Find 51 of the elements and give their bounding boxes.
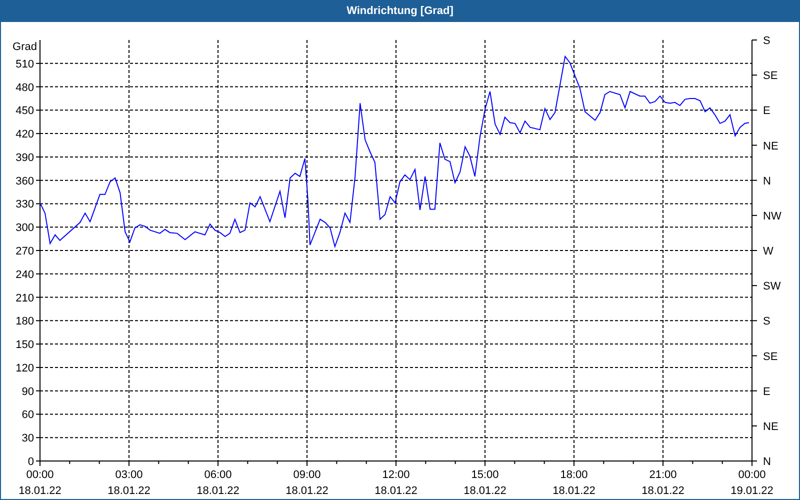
y-axis-label: 360: [16, 175, 34, 188]
date-label: 19.01.22: [730, 485, 774, 497]
date-label: 18.01.22: [108, 485, 150, 497]
date-label: 18.01.22: [196, 485, 240, 497]
x-axis-label: 09:00: [293, 469, 321, 481]
y-axis-label: 90: [22, 386, 34, 398]
y-axis-label: 180: [16, 316, 34, 328]
date-label: 18.01.22: [552, 485, 596, 497]
y-axis-label: 150: [16, 339, 34, 352]
x-axis-label: 00:00: [26, 469, 54, 481]
y-axis-label: 390: [16, 152, 34, 164]
x-axis-label: 12:00: [382, 469, 410, 481]
y-axis-label: 0: [28, 456, 34, 468]
y-axis-label: 300: [16, 222, 34, 234]
x-axis-label: 15:00: [471, 469, 499, 481]
compass-label: SW: [763, 280, 781, 293]
date-label: 18.01.22: [642, 485, 684, 497]
y-axis-label: 120: [16, 362, 34, 374]
y-axis-label: 60: [22, 409, 34, 422]
compass-label: SE: [763, 70, 778, 82]
compass-label: NE: [763, 140, 778, 152]
y-axis-label: 240: [16, 268, 34, 281]
compass-label: W: [763, 246, 774, 258]
compass-label: NW: [763, 210, 782, 222]
x-axis-label: 00:00: [738, 469, 766, 481]
y-axis-label: 480: [16, 82, 34, 94]
x-axis-label: 21:00: [649, 469, 677, 481]
date-label: 18.01.22: [464, 485, 506, 497]
y-axis-label: 330: [16, 198, 34, 211]
y-axis-title: Grad: [12, 41, 37, 53]
compass-label: S: [763, 316, 770, 328]
compass-label: E: [763, 105, 770, 118]
x-axis-label: 03:00: [115, 469, 143, 481]
compass-label: NE: [763, 420, 778, 433]
date-label: 18.01.22: [286, 485, 328, 497]
compass-label: SE: [763, 350, 778, 363]
y-axis-label: 270: [16, 246, 34, 258]
compass-label: N: [763, 456, 771, 468]
compass-label: N: [763, 175, 771, 188]
compass-label: S: [763, 35, 770, 47]
y-axis-label: 420: [16, 128, 34, 141]
date-label: 18.01.22: [18, 485, 62, 497]
window-title: Windrichtung [Grad]: [346, 5, 454, 17]
x-axis-label: 18:00: [560, 469, 588, 481]
y-axis-label: 30: [22, 432, 34, 445]
y-axis-label: 450: [16, 105, 34, 118]
date-label: 18.01.22: [374, 485, 418, 497]
compass-label: E: [763, 386, 770, 398]
y-axis-label: 210: [16, 292, 34, 304]
x-axis-label: 06:00: [204, 469, 232, 481]
y-axis-label: 510: [16, 58, 34, 70]
